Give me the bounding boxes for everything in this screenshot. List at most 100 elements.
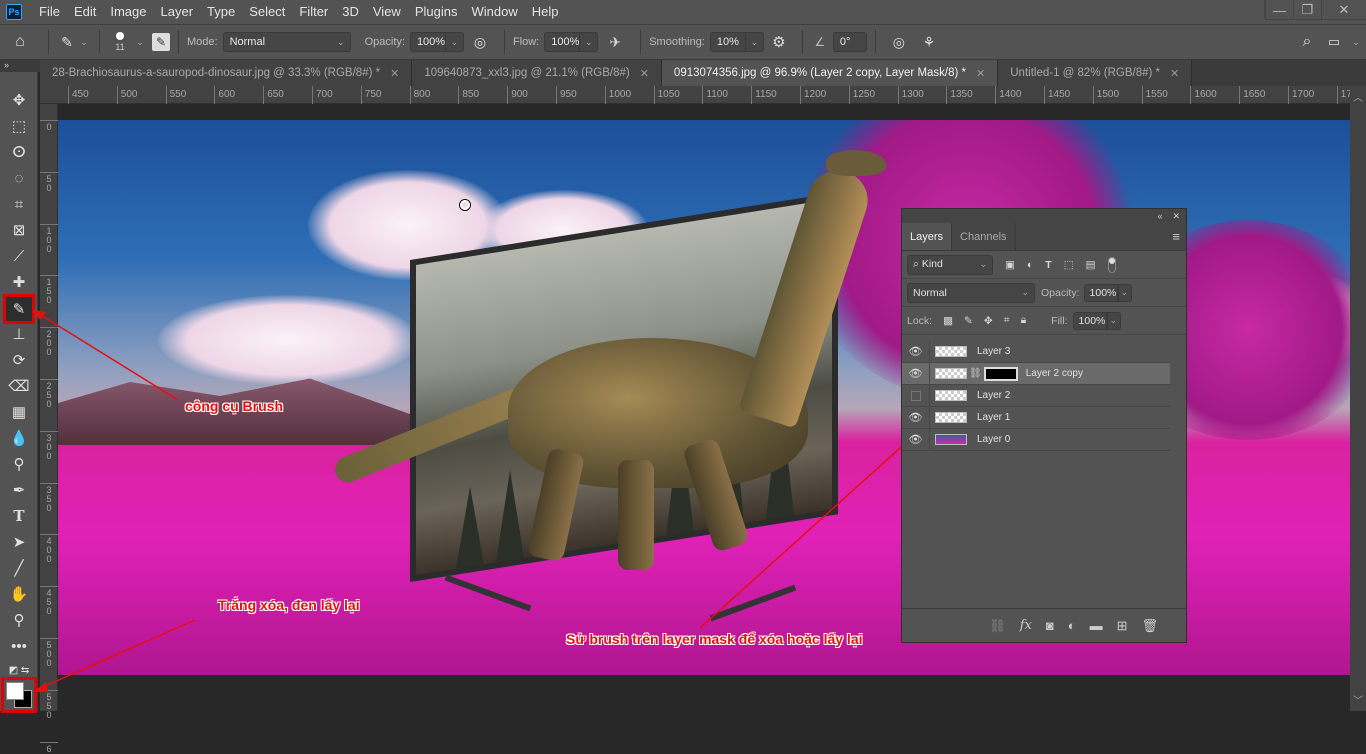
menu-edit[interactable]: Edit bbox=[67, 0, 103, 24]
fill-input[interactable]: 100% bbox=[1072, 311, 1107, 330]
chevron-down-icon[interactable]: ⌄ bbox=[77, 37, 91, 48]
pressure-size-icon[interactable]: ◎ bbox=[884, 34, 914, 51]
flow-dropdown[interactable]: ⌄ bbox=[580, 32, 599, 52]
blend-mode-select[interactable]: Normal ⌄ bbox=[907, 282, 1035, 303]
pen-tool-icon[interactable]: ✒ bbox=[6, 478, 32, 502]
visibility-eye-icon[interactable]: 👁︎ bbox=[902, 428, 930, 451]
restore-button[interactable]: ❐ bbox=[1293, 0, 1321, 20]
new-group-folder-icon[interactable]: ▬ bbox=[1090, 618, 1103, 633]
healing-brush-tool-icon[interactable]: ✚ bbox=[6, 270, 32, 294]
scroll-down-icon[interactable]: ﹀ bbox=[1350, 692, 1366, 707]
lasso-tool-icon[interactable]: ⵙ bbox=[6, 140, 32, 164]
type-tool-icon[interactable]: T bbox=[6, 504, 32, 528]
zoom-tool-icon[interactable]: ⚲ bbox=[6, 608, 32, 632]
lock-position-icon[interactable]: ✥ bbox=[984, 315, 993, 327]
adjustment-layer-icon[interactable]: ◐ bbox=[1068, 618, 1076, 633]
brush-size-picker[interactable]: 11 bbox=[108, 32, 132, 52]
menu-3d[interactable]: 3D bbox=[335, 0, 366, 24]
visibility-eye-icon[interactable]: 👁︎ bbox=[902, 340, 930, 363]
filter-shape-icon[interactable]: ⬚ bbox=[1064, 259, 1074, 271]
minimize-button[interactable]: — bbox=[1265, 0, 1293, 20]
eyedropper-tool-icon[interactable]: ⟋ bbox=[6, 244, 32, 268]
visibility-eye-icon[interactable]: 👁︎ bbox=[902, 362, 930, 385]
filter-toggle[interactable] bbox=[1107, 256, 1116, 273]
close-button[interactable]: ✕ bbox=[1321, 0, 1366, 20]
marquee-tool-icon[interactable]: ⬚ bbox=[6, 114, 32, 138]
new-layer-icon[interactable]: ⊞ bbox=[1117, 618, 1128, 634]
vertical-scrollbar[interactable]: ︿ ﹀ bbox=[1350, 86, 1366, 711]
foreground-background-colors[interactable] bbox=[1, 677, 37, 713]
blur-tool-icon[interactable]: 💧 bbox=[6, 426, 32, 450]
menu-window[interactable]: Window bbox=[464, 0, 524, 24]
swap-colors-icon[interactable]: ◩ ⇆ bbox=[6, 658, 32, 682]
menu-file[interactable]: File bbox=[32, 0, 67, 24]
symmetry-butterfly-icon[interactable]: ⚘ bbox=[914, 34, 944, 51]
gradient-tool-icon[interactable]: ▦ bbox=[6, 400, 32, 424]
layer-row[interactable]: Layer 2 bbox=[902, 384, 1170, 407]
menu-layer[interactable]: Layer bbox=[154, 0, 201, 24]
lock-transparent-icon[interactable]: ▩ bbox=[943, 315, 953, 327]
frame-tool-icon[interactable]: ⊠ bbox=[6, 218, 32, 242]
menu-type[interactable]: Type bbox=[200, 0, 242, 24]
panel-menu-icon[interactable]: ≡ bbox=[1172, 223, 1186, 250]
menu-view[interactable]: View bbox=[366, 0, 408, 24]
tab-layers[interactable]: Layers bbox=[902, 223, 953, 250]
tab-document-4[interactable]: Untitled-1 @ 82% (RGB/8#) * ✕ bbox=[998, 60, 1193, 86]
layer-opacity-dropdown[interactable]: ⌄ bbox=[1117, 283, 1132, 302]
flow-input[interactable]: 100% bbox=[544, 32, 581, 52]
layer-mask-thumbnail[interactable] bbox=[983, 366, 1018, 381]
menu-plugins[interactable]: Plugins bbox=[408, 0, 465, 24]
brush-preset-icon[interactable]: ✎ bbox=[57, 34, 77, 51]
lock-pixels-icon[interactable]: ✎ bbox=[964, 315, 973, 327]
crop-tool-icon[interactable]: ⌗ bbox=[6, 192, 32, 216]
history-brush-tool-icon[interactable]: ⟳ bbox=[6, 348, 32, 372]
smoothing-options-gear-icon[interactable]: ⚙ bbox=[764, 33, 794, 51]
brush-tool-icon[interactable]: ✎ bbox=[3, 294, 35, 324]
smoothing-dropdown[interactable]: ⌄ bbox=[745, 32, 764, 52]
menu-select[interactable]: Select bbox=[242, 0, 292, 24]
layer-row[interactable]: 👁︎ Layer 0 bbox=[902, 428, 1170, 451]
add-mask-icon[interactable]: ◙ bbox=[1046, 618, 1054, 633]
link-layers-icon[interactable]: ⛓ bbox=[989, 618, 1006, 634]
eraser-tool-icon[interactable]: ⌫ bbox=[6, 374, 32, 398]
more-tools-icon[interactable]: ••• bbox=[6, 634, 32, 658]
close-icon[interactable]: ✕ bbox=[390, 67, 399, 80]
toolbar-collapse-button[interactable]: » bbox=[0, 60, 40, 72]
quick-selection-tool-icon[interactable]: ◌ bbox=[6, 166, 32, 190]
hand-tool-icon[interactable]: ✋ bbox=[6, 582, 32, 606]
move-tool-icon[interactable]: ✥ bbox=[6, 88, 32, 112]
scroll-up-icon[interactable]: ︿ bbox=[1350, 86, 1366, 104]
brush-settings-panel-icon[interactable]: ✎ bbox=[152, 33, 170, 51]
opacity-dropdown[interactable]: ⌄ bbox=[445, 32, 464, 52]
collapse-panel-icon[interactable]: « bbox=[1157, 211, 1162, 221]
search-icon[interactable]: ⌕ bbox=[1292, 33, 1322, 51]
tab-channels[interactable]: Channels bbox=[952, 223, 1016, 250]
menu-filter[interactable]: Filter bbox=[292, 0, 335, 24]
line-tool-icon[interactable]: ╱ bbox=[6, 556, 32, 580]
lock-all-icon[interactable]: 🔒︎ bbox=[1021, 314, 1027, 327]
visibility-toggle-off[interactable] bbox=[902, 384, 930, 407]
link-icon[interactable]: ⛓ bbox=[969, 368, 982, 379]
close-icon[interactable]: ✕ bbox=[640, 67, 649, 80]
path-selection-tool-icon[interactable]: ➤ bbox=[6, 530, 32, 554]
close-panel-icon[interactable]: ✕ bbox=[1172, 211, 1180, 222]
tab-document-1[interactable]: 28-Brachiosaurus-a-sauropod-dinosaur.jpg… bbox=[40, 60, 413, 86]
fill-dropdown[interactable]: ⌄ bbox=[1106, 311, 1121, 330]
lock-artboard-icon[interactable]: ⌗ bbox=[1004, 314, 1010, 327]
layer-opacity-input[interactable]: 100% bbox=[1083, 283, 1118, 302]
mode-select[interactable]: Normal ⌄ bbox=[222, 32, 351, 52]
trash-icon[interactable]: 🗑︎ bbox=[1141, 618, 1158, 634]
dodge-tool-icon[interactable]: ⚲ bbox=[6, 452, 32, 476]
workspace-icon[interactable]: ▭ bbox=[1322, 34, 1346, 50]
airbrush-icon[interactable]: ✈ bbox=[598, 34, 632, 51]
filter-pixel-icon[interactable]: ▣ bbox=[1005, 259, 1015, 271]
opacity-input[interactable]: 100% bbox=[409, 32, 446, 52]
angle-input[interactable]: 0° bbox=[832, 32, 867, 52]
home-icon[interactable]: ⌂ bbox=[0, 33, 40, 51]
menu-image[interactable]: Image bbox=[103, 0, 153, 24]
chevron-down-icon[interactable]: ⌄ bbox=[1346, 37, 1366, 48]
close-icon[interactable]: ✕ bbox=[976, 67, 985, 80]
layer-row[interactable]: 👁︎ Layer 3 bbox=[902, 340, 1170, 363]
tab-document-3[interactable]: 0913074356.jpg @ 96.9% (Layer 2 copy, La… bbox=[661, 60, 999, 86]
tab-document-2[interactable]: 109640873_xxl3.jpg @ 21.1% (RGB/8#) ✕ bbox=[412, 60, 662, 86]
